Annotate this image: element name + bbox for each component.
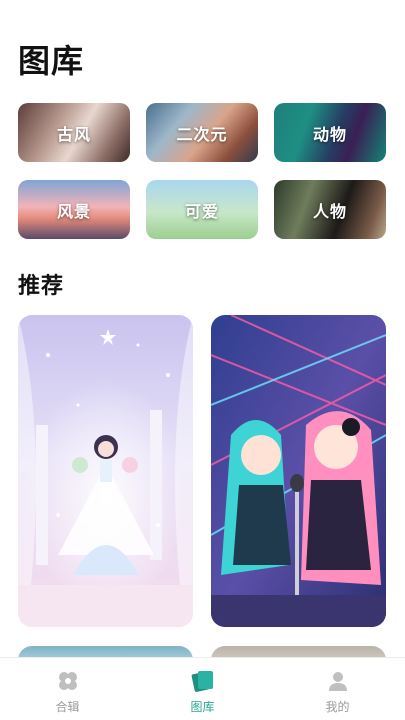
tab-profile[interactable]: 我的 — [270, 658, 405, 720]
page-title: 图库 — [18, 42, 85, 80]
category-label: 古风 — [56, 124, 91, 144]
recommend-image-anime-duo — [211, 315, 386, 627]
gallery-icon — [190, 668, 216, 694]
category-tile-ancient[interactable]: 古风 — [18, 103, 130, 162]
category-tile-animal[interactable]: 动物 — [274, 103, 386, 162]
category-tile-scenery[interactable]: 风景 — [18, 180, 130, 239]
category-grid: 古风 二次元 动物 风景 可爱 人物 — [18, 103, 387, 239]
tab-gallery[interactable]: 图库 — [135, 658, 270, 720]
tab-label: 合辑 — [55, 700, 80, 714]
bottom-tab-bar: 合辑 图库 我的 — [0, 657, 405, 720]
tab-label: 我的 — [325, 700, 350, 714]
category-label: 二次元 — [176, 124, 228, 144]
category-tile-anime[interactable]: 二次元 — [146, 103, 258, 162]
tab-label: 图库 — [190, 700, 215, 714]
recommend-section-title: 推荐 — [18, 274, 65, 299]
profile-icon — [325, 668, 351, 694]
recommend-card-anime-duo[interactable] — [211, 315, 386, 627]
tab-collection[interactable]: 合辑 — [0, 658, 135, 720]
recommend-image-wedding — [18, 315, 193, 627]
recommend-card-wedding[interactable] — [18, 315, 193, 627]
category-label: 可爱 — [184, 201, 219, 221]
category-tile-portrait[interactable]: 人物 — [274, 180, 386, 239]
category-tile-cute[interactable]: 可爱 — [146, 180, 258, 239]
category-label: 动物 — [312, 124, 347, 144]
collection-icon — [55, 668, 81, 694]
category-label: 风景 — [56, 201, 91, 221]
category-label: 人物 — [312, 201, 347, 221]
